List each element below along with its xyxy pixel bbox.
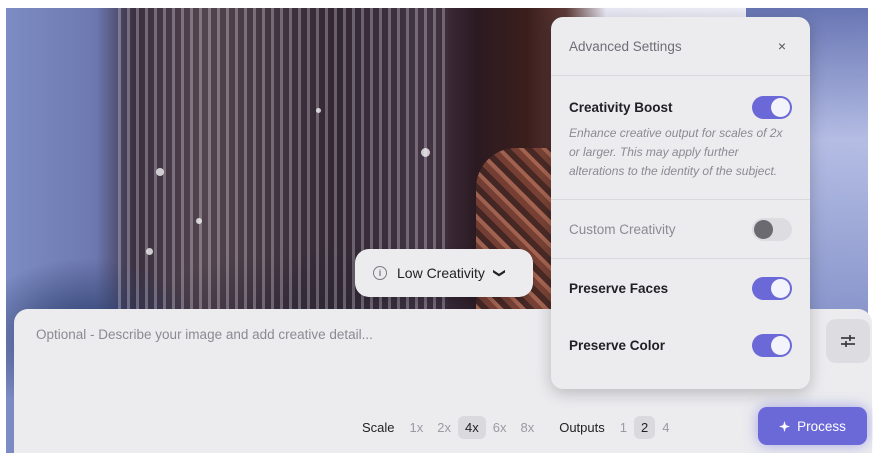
photo-sparkle	[316, 108, 321, 113]
settings-toggle-button[interactable]	[826, 319, 870, 363]
photo-sparkle	[421, 148, 430, 157]
process-label: Process	[797, 418, 846, 434]
photo-sparkle	[156, 168, 164, 176]
outputs-option-selected[interactable]: 2	[633, 415, 656, 439]
chevron-down-icon: ❯	[492, 267, 507, 279]
panel-header: Advanced Settings ×	[551, 17, 810, 76]
panel-title: Advanced Settings	[569, 38, 682, 54]
sparkle-icon	[779, 420, 791, 432]
info-icon: i	[373, 266, 387, 280]
scale-option-selected[interactable]: 4x	[458, 415, 486, 439]
scale-option[interactable]: 2x	[430, 416, 458, 439]
sliders-icon	[841, 335, 855, 347]
creativity-level-label: Low Creativity	[397, 265, 485, 281]
preserve-section: Preserve Faces Preserve Color	[551, 259, 810, 373]
advanced-settings-panel: Advanced Settings × Creativity Boost Enh…	[551, 17, 810, 389]
scale-option[interactable]: 8x	[513, 416, 541, 439]
photo-sparkle	[196, 218, 202, 224]
outputs-option[interactable]: 1	[613, 416, 634, 439]
preserve-color-label: Preserve Color	[569, 337, 666, 353]
scale-output-options: Scale 1x 2x 4x 6x 8x Outputs 1 2 4	[362, 412, 676, 442]
custom-creativity-section: Custom Creativity	[551, 200, 810, 259]
preserve-faces-label: Preserve Faces	[569, 280, 669, 296]
process-button[interactable]: Process	[758, 407, 867, 445]
creativity-boost-label: Creativity Boost	[569, 99, 673, 115]
preserve-color-toggle[interactable]	[752, 333, 792, 357]
custom-creativity-label: Custom Creativity	[569, 221, 676, 237]
custom-creativity-toggle[interactable]	[752, 217, 792, 241]
creativity-boost-description: Enhance creative output for scales of 2x…	[569, 126, 783, 178]
close-icon[interactable]: ×	[778, 38, 786, 54]
outputs-option[interactable]: 4	[655, 416, 676, 439]
prompt-input[interactable]: Optional - Describe your image and add c…	[36, 327, 373, 342]
preserve-faces-toggle[interactable]	[752, 276, 792, 300]
creativity-boost-toggle[interactable]	[752, 95, 792, 119]
outputs-label: Outputs	[559, 419, 605, 435]
creativity-level-dropdown[interactable]: i Low Creativity ❯	[355, 249, 533, 297]
scale-label: Scale	[362, 419, 395, 435]
scale-option[interactable]: 6x	[486, 416, 514, 439]
creativity-boost-section: Creativity Boost Enhance creative output…	[551, 76, 810, 200]
photo-sparkle	[146, 248, 153, 255]
scale-option[interactable]: 1x	[403, 416, 431, 439]
